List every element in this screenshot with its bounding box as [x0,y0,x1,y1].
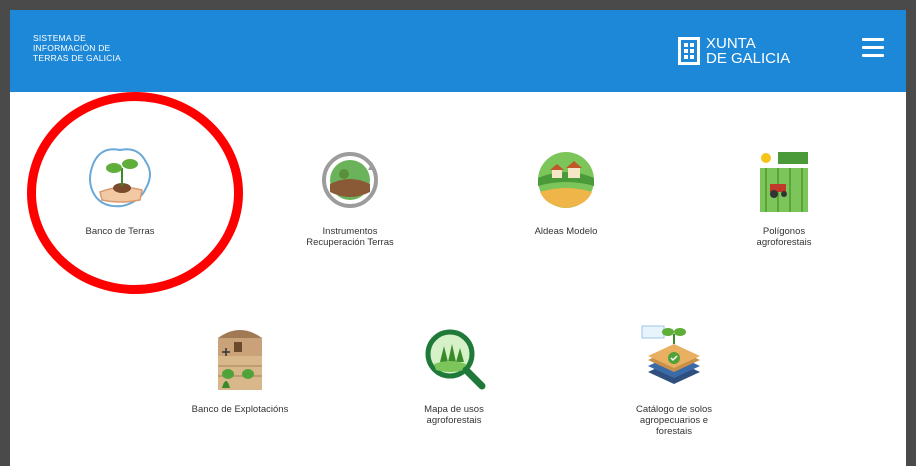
tile-poligonos-agroforestais[interactable]: Polígonos agroforestais [704,140,864,248]
system-title-line: INFORMACIÓN DE [33,43,111,53]
xunta-emblem-icon [678,37,700,65]
tile-label: Aldeas Modelo [534,226,598,237]
village-landscape-icon [538,152,594,208]
xunta-logo[interactable]: XUNTA DE GALICIA [678,36,790,66]
tile-banco-de-explotacions[interactable]: Banco de Explotacións [160,318,320,415]
tile-label: Banco de Terras [85,226,155,237]
tile-catalogo-de-solos[interactable]: Catálogo de solos agropecuarios e forest… [594,318,754,437]
tile-mapa-de-usos-agroforestais[interactable]: Mapa de usos agroforestais [374,318,534,426]
brand-line1: XUNTA [706,35,756,52]
farm-building-icon [218,330,262,390]
tile-label: Catálogo de solos agropecuarios e forest… [635,404,713,437]
tile-label: Mapa de usos agroforestais [424,404,484,426]
hands-plant-map-icon [89,148,151,208]
hamburger-menu-icon[interactable] [862,38,884,58]
tile-aldeas-modelo[interactable]: Aldeas Modelo [486,140,646,237]
farm-field-tractor-icon [760,152,808,212]
top-bar: SISTEMA DE INFORMACIÓN DE TERRAS DE GALI… [10,10,906,92]
tile-banco-de-terras[interactable]: Banco de Terras [40,140,200,237]
recycle-land-icon [322,152,378,208]
tile-label: Polígonos agroforestais [756,226,812,248]
system-title-line: TERRAS DE GALICIA [33,53,121,63]
system-title[interactable]: SISTEMA DE INFORMACIÓN DE TERRAS DE GALI… [33,33,173,63]
magnifier-forest-icon [425,329,486,390]
soil-layers-sprout-icon [641,325,700,384]
tile-label: Instrumentos Recuperación Terras [306,226,394,248]
brand-line2: DE GALICIA [706,50,791,67]
tile-label: Banco de Explotacións [191,404,289,415]
tile-instrumentos-recuperacion-terras[interactable]: Instrumentos Recuperación Terras [270,140,430,248]
system-title-line: SISTEMA DE [33,33,87,43]
